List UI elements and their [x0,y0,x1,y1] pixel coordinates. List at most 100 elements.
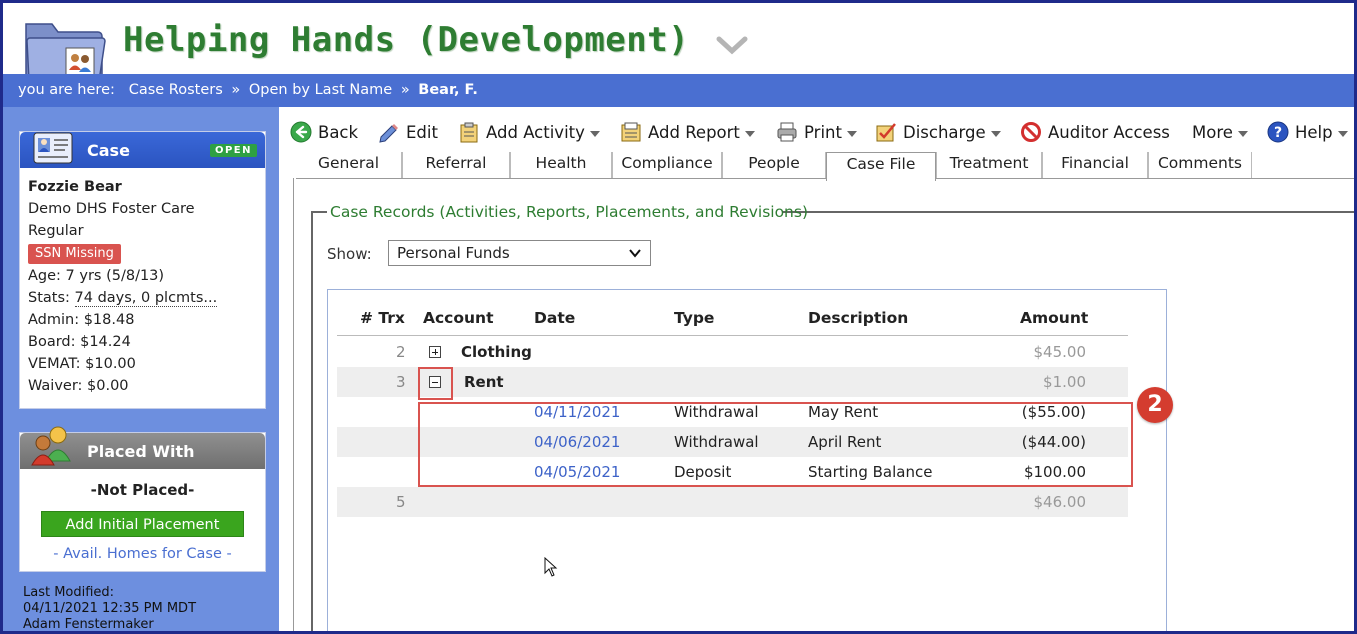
clipboard-icon [460,122,478,143]
show-label: Show: [327,245,372,263]
no-entry-icon [1021,122,1041,142]
caret-down-icon [846,130,857,137]
add-report-button[interactable]: Add Report [620,118,755,146]
header-divider [337,335,1128,336]
case-stats: Stats: 74 days, 0 plcmts... [28,287,257,309]
chevron-down-icon [629,249,641,258]
highlight-collapse-box [418,367,453,400]
breadcrumb-separator: » [231,82,241,98]
ssn-missing-badge: SSN Missing [28,244,121,264]
breadcrumb-current: Bear, F. [418,82,478,98]
svg-text:?: ? [1274,125,1282,141]
app-header: Helping Hands (Development) [0,0,1357,85]
show-filter-select[interactable]: Personal Funds [388,240,651,266]
placed-with-body: -Not Placed- Add Initial Placement - Ava… [20,469,265,573]
table-row[interactable]: 2 Clothing $45.00 [337,337,1128,367]
tab-general[interactable]: General [296,152,402,179]
tab-referral[interactable]: Referral [402,152,510,179]
tab-case-file[interactable]: Case File [826,152,936,181]
avail-homes-link[interactable]: - Avail. Homes for Case - [28,543,257,565]
expand-icon[interactable] [429,346,441,358]
last-modified-label: Last Modified: [23,585,115,600]
add-report-label: Add Report [648,122,740,142]
trx-count: 5 [396,493,406,511]
fieldset-border [782,211,1357,213]
tab-comments[interactable]: Comments [1148,152,1252,179]
auditor-access-label: Auditor Access [1048,122,1170,142]
board-balance: Board: $14.24 [28,334,131,350]
placement-status: -Not Placed- [90,481,195,499]
case-panel-header: Case OPEN [20,132,265,168]
breadcrumb-item-case-rosters[interactable]: Case Rosters [129,82,223,98]
breadcrumb-item-open-by-last-name[interactable]: Open by Last Name [249,82,392,98]
last-modified: Last Modified: 04/11/2021 12:35 PM MDT A… [23,585,196,633]
caret-down-icon [744,130,755,137]
column-header-trx[interactable]: # Trx [360,309,405,327]
fieldset-border [311,211,327,213]
mouse-cursor-icon [544,557,558,577]
case-level: Regular [28,223,84,239]
chevron-down-icon[interactable] [716,35,748,55]
tab-compliance[interactable]: Compliance [612,152,722,179]
table-row[interactable]: 5 $46.00 [337,487,1128,517]
caret-down-icon [589,130,600,137]
add-activity-button[interactable]: Add Activity [458,118,600,146]
column-header-description[interactable]: Description [808,309,908,327]
amount: $46.00 [1033,493,1087,511]
edit-label: Edit [406,122,438,142]
print-button[interactable]: Print [776,118,857,146]
print-label: Print [804,122,842,142]
back-button[interactable]: Back [290,118,358,146]
vemat-balance: VEMAT: $10.00 [28,356,136,372]
toolbar: Back Edit Add Activity Add Report Print … [288,118,1354,148]
tab-treatment[interactable]: Treatment [936,152,1042,179]
case-panel-title: Case [87,141,130,160]
auditor-access-button[interactable]: Auditor Access [1020,118,1170,146]
trx-count: 3 [396,373,406,391]
column-header-type[interactable]: Type [674,309,714,327]
checkbox-icon [876,123,896,142]
stats-link[interactable]: 74 days, 0 plcmts... [74,290,218,307]
pencil-icon [379,124,398,143]
column-header-date[interactable]: Date [534,309,575,327]
stats-label: Stats: [28,290,70,306]
step-number-badge: 2 [1137,387,1173,423]
tab-people[interactable]: People [722,152,826,179]
discharge-button[interactable]: Discharge [875,118,1001,146]
case-records-legend: Case Records (Activities, Reports, Place… [330,203,809,221]
help-label: Help [1295,122,1333,142]
printer-icon [777,122,797,142]
last-modified-user: Adam Fenstermaker [23,617,154,632]
caret-down-icon [1237,130,1248,137]
sidebar: Case OPEN Fozzie Bear Demo DHS Foster Ca… [3,107,279,633]
case-card-icon [33,132,73,164]
back-arrow-icon [290,121,312,143]
breadcrumb: you are here: Case Rosters » Open by Las… [3,74,1354,107]
more-button[interactable]: More [1192,118,1248,146]
tab-financial[interactable]: Financial [1042,152,1148,179]
report-icon [621,122,641,142]
table-row[interactable]: 3 Rent $1.00 [337,367,1128,397]
case-status-badge: OPEN [209,144,257,157]
tab-bar: General Referral Health Compliance Peopl… [296,152,1354,181]
program-name: Demo DHS Foster Care [28,201,195,217]
app-title: Helping Hands (Development) [123,20,690,60]
placed-with-panel: Placed With -Not Placed- Add Initial Pla… [19,426,266,573]
placed-with-title: Placed With [87,442,195,461]
edit-button[interactable]: Edit [378,118,438,146]
account-name: Clothing [461,343,532,361]
show-filter-value: Personal Funds [397,244,510,262]
help-button[interactable]: ? Help [1267,118,1348,146]
add-initial-placement-button[interactable]: Add Initial Placement [41,511,244,537]
help-icon: ? [1267,121,1289,143]
back-label: Back [318,122,359,142]
fieldset-border [311,212,313,634]
people-icon [31,426,71,466]
column-header-amount[interactable]: Amount [1020,309,1088,327]
client-name[interactable]: Fozzie Bear [28,176,257,198]
amount: $1.00 [1043,373,1086,391]
tab-health[interactable]: Health [510,152,612,179]
column-header-account[interactable]: Account [423,309,494,327]
add-activity-label: Add Activity [486,122,585,142]
admin-balance: Admin: $18.48 [28,312,135,328]
